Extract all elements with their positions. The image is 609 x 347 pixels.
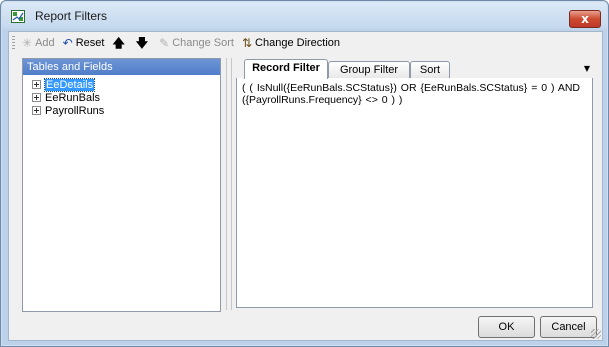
dialog-body: ✳ Add ↶ Reset 🡅 🡇 ✎ Change Sort ⇅ Change… [8, 31, 603, 341]
tables-and-fields-panel: Tables and Fields EeDetails EeRunBals Pa… [22, 58, 221, 312]
close-icon: x [581, 12, 589, 26]
title-bar[interactable]: Report Filters x [1, 1, 608, 31]
tree-item-payrollruns[interactable]: PayrollRuns [23, 104, 220, 117]
toolbar: ✳ Add ↶ Reset 🡅 🡇 ✎ Change Sort ⇅ Change… [9, 32, 602, 54]
change-direction-label: Change Direction [255, 37, 341, 49]
report-filters-dialog: Report Filters x ✳ Add ↶ Reset 🡅 🡇 ✎ Cha… [0, 0, 609, 347]
add-label: Add [35, 37, 55, 49]
toolbar-grip[interactable] [12, 36, 15, 50]
tab-group-filter[interactable]: Group Filter [328, 61, 410, 78]
arrow-up-icon: 🡅 [112, 36, 125, 50]
reset-button[interactable]: ↶ Reset [60, 34, 108, 52]
add-button[interactable]: ✳ Add [19, 34, 58, 52]
sort-direction-icon: ⇅ [241, 36, 253, 50]
move-down-button[interactable]: 🡇 [133, 34, 154, 52]
close-button[interactable]: x [569, 10, 601, 28]
report-icon [11, 10, 25, 23]
resize-grip[interactable] [591, 329, 601, 339]
tree-item-label[interactable]: PayrollRuns [45, 105, 104, 117]
panel-splitter[interactable] [226, 58, 232, 310]
move-up-button[interactable]: 🡅 [109, 34, 130, 52]
tree-item-eedetails[interactable]: EeDetails [23, 77, 220, 92]
filter-panel: Record Filter Group Filter Sort ▼ ( ( Is… [236, 58, 593, 310]
button-bar: OK Cancel [9, 312, 602, 340]
asterisk-icon: ✳ [22, 36, 33, 50]
undo-icon: ↶ [62, 36, 73, 50]
arrow-down-icon: 🡇 [135, 36, 149, 50]
expand-icon[interactable] [32, 106, 41, 115]
tab-record-filter[interactable]: Record Filter [244, 59, 328, 79]
change-direction-button[interactable]: ⇅ Change Direction [239, 34, 343, 52]
tab-strip: Record Filter Group Filter Sort ▼ [236, 58, 593, 79]
tables-tree: EeDetails EeRunBals PayrollRuns [23, 75, 220, 117]
tree-item-label[interactable]: EeDetails [43, 77, 96, 92]
expand-icon[interactable] [32, 80, 41, 89]
expand-icon[interactable] [32, 93, 41, 102]
tree-item-label[interactable]: EeRunBals [45, 92, 100, 104]
change-sort-button[interactable]: ✎ Change Sort [156, 34, 237, 52]
reset-label: Reset [75, 37, 105, 49]
cancel-button[interactable]: Cancel [540, 316, 597, 338]
ok-button[interactable]: OK [478, 316, 535, 338]
tab-sort[interactable]: Sort [410, 61, 450, 78]
tab-list-dropdown-icon[interactable]: ▼ [584, 64, 590, 73]
window-title: Report Filters [35, 9, 108, 23]
record-filter-editor[interactable]: ( ( IsNull({EeRunBals.SCStatus}) OR {EeR… [236, 78, 593, 308]
pencil-icon: ✎ [159, 36, 170, 50]
tree-item-eerunbals[interactable]: EeRunBals [23, 91, 220, 104]
panel-header: Tables and Fields [23, 59, 220, 75]
change-sort-label: Change Sort [172, 37, 234, 49]
